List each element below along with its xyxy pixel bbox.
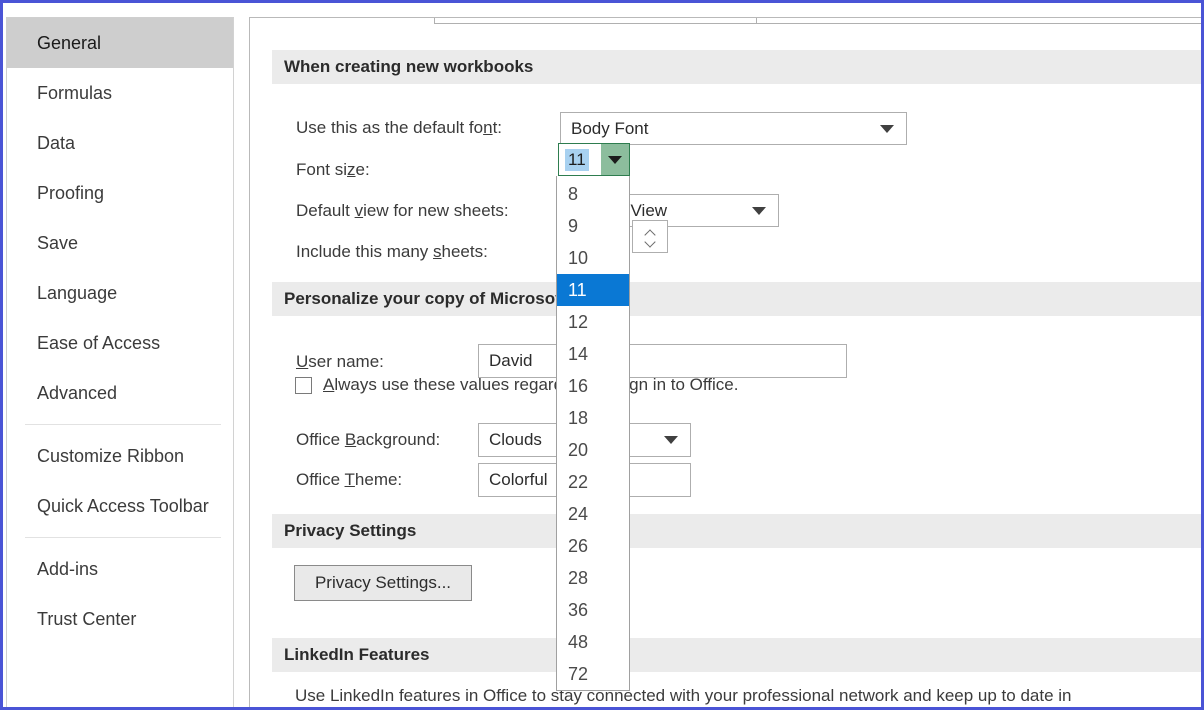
font-size-value-area[interactable]: 11 [559, 144, 601, 175]
default-view-label: Default view for new sheets: [296, 201, 509, 220]
always-use-values-row[interactable]: Always use these values regardless of si… [295, 375, 738, 395]
always-use-values-label: Always use these values regardless of si… [323, 375, 739, 394]
font-size-option-16[interactable]: 16 [557, 370, 629, 402]
font-size-value: 11 [565, 148, 589, 171]
font-size-combobox[interactable]: 11 [558, 143, 630, 176]
options-content-panel: When creating new workbooks Use this as … [249, 17, 1201, 707]
font-size-option-22[interactable]: 22 [557, 466, 629, 498]
sidebar-item-save[interactable]: Save [7, 218, 233, 268]
options-sidebar: General Formulas Data Proofing Save Language E… [6, 17, 234, 707]
font-size-option-24[interactable]: 24 [557, 498, 629, 530]
font-size-option-12[interactable]: 12 [557, 306, 629, 338]
office-theme-label: Office Theme: [296, 470, 403, 489]
section-header-personalize: Personalize your copy of Microsoft Offic… [272, 282, 1201, 316]
linkedin-description: Use LinkedIn features in Office to stay … [295, 686, 1072, 705]
office-background-label: Office Background: [296, 430, 441, 449]
office-theme-value: Colorful [489, 470, 548, 489]
font-size-option-26[interactable]: 26 [557, 530, 629, 562]
chevron-down-icon [880, 124, 894, 133]
sidebar-divider [25, 424, 221, 425]
chevron-down-icon [608, 155, 622, 164]
sidebar-item-label: General [37, 32, 102, 53]
font-size-dropdown-list[interactable]: 8 9 10 11 12 14 16 18 20 22 24 26 28 36 48 72 [556, 176, 630, 691]
font-size-option-36[interactable]: 36 [557, 594, 629, 626]
section-header-workbooks: When creating new workbooks [272, 50, 1201, 84]
chevron-down-icon [664, 436, 678, 444]
sidebar-item-customize-ribbon[interactable]: Customize Ribbon [7, 431, 233, 481]
sidebar-item-label: Language [37, 282, 118, 303]
sidebar-item-label: Customize Ribbon [37, 445, 185, 466]
sidebar-item-formulas[interactable]: Formulas [7, 68, 233, 118]
sidebar-item-label: Formulas [37, 82, 113, 103]
sidebar-item-label: Quick Access Toolbar [37, 495, 209, 516]
font-size-label: Font size: [296, 160, 370, 179]
font-size-option-18[interactable]: 18 [557, 402, 629, 434]
sidebar-item-label: Data [37, 132, 76, 153]
font-size-option-28[interactable]: 28 [557, 562, 629, 594]
font-size-dropdown-button[interactable] [601, 144, 629, 175]
sidebar-item-add-ins[interactable]: Add-ins [7, 544, 233, 594]
always-use-values-checkbox[interactable] [295, 376, 312, 394]
font-size-option-20[interactable]: 20 [557, 434, 629, 466]
sidebar-item-label: Ease of Access [37, 332, 161, 353]
sidebar-item-general[interactable]: General [7, 18, 233, 68]
sidebar-item-ease-of-access[interactable]: Ease of Access [7, 318, 233, 368]
default-font-value: Body Font [571, 118, 649, 138]
include-sheets-label: Include this many sheets: [296, 242, 488, 261]
font-size-option-72[interactable]: 72 [557, 658, 629, 690]
section-header-linkedin: LinkedIn Features [272, 638, 1201, 672]
sidebar-item-proofing[interactable]: Proofing [7, 168, 233, 218]
sidebar-item-label: Save [37, 232, 79, 253]
sidebar-item-language[interactable]: Language [7, 268, 233, 318]
font-size-option-14[interactable]: 14 [557, 338, 629, 370]
sidebar-item-advanced[interactable]: Advanced [7, 368, 233, 418]
default-font-combobox[interactable]: Body Font [560, 112, 907, 145]
user-name-field[interactable]: David [478, 344, 847, 378]
top-divider-rule [757, 23, 1201, 24]
include-sheets-spinner[interactable] [632, 220, 668, 253]
default-font-label: Use this as the default font: [296, 118, 503, 137]
sidebar-item-data[interactable]: Data [7, 118, 233, 168]
font-size-option-10[interactable]: 10 [557, 242, 629, 274]
office-background-value: Clouds [489, 430, 542, 449]
chevron-down-icon [752, 206, 766, 215]
font-size-option-9[interactable]: 9 [557, 210, 629, 242]
sidebar-item-label: Advanced [37, 382, 118, 403]
section-header-privacy: Privacy Settings [272, 514, 1201, 548]
sidebar-item-label: Proofing [37, 182, 105, 203]
font-size-option-48[interactable]: 48 [557, 626, 629, 658]
privacy-settings-button[interactable]: Privacy Settings... [294, 565, 472, 601]
font-size-option-11[interactable]: 11 [557, 274, 629, 306]
user-name-label: User name: [296, 352, 384, 371]
sidebar-gutter [235, 6, 249, 707]
chevron-down-icon[interactable] [645, 237, 656, 244]
partial-control-above [434, 18, 757, 24]
sidebar-item-label: Add-ins [37, 558, 99, 579]
sidebar-item-label: Trust Center [37, 608, 137, 629]
user-name-value: David [489, 351, 533, 370]
sidebar-divider [25, 537, 221, 538]
sidebar-item-quick-access-toolbar[interactable]: Quick Access Toolbar [7, 481, 233, 531]
screenshot-frame: General Formulas Data Proofing Save Language E… [0, 0, 1204, 710]
sidebar-item-trust-center[interactable]: Trust Center [7, 594, 233, 644]
font-size-option-8[interactable]: 8 [557, 178, 629, 210]
privacy-settings-button-label: Privacy Settings... [314, 573, 452, 592]
